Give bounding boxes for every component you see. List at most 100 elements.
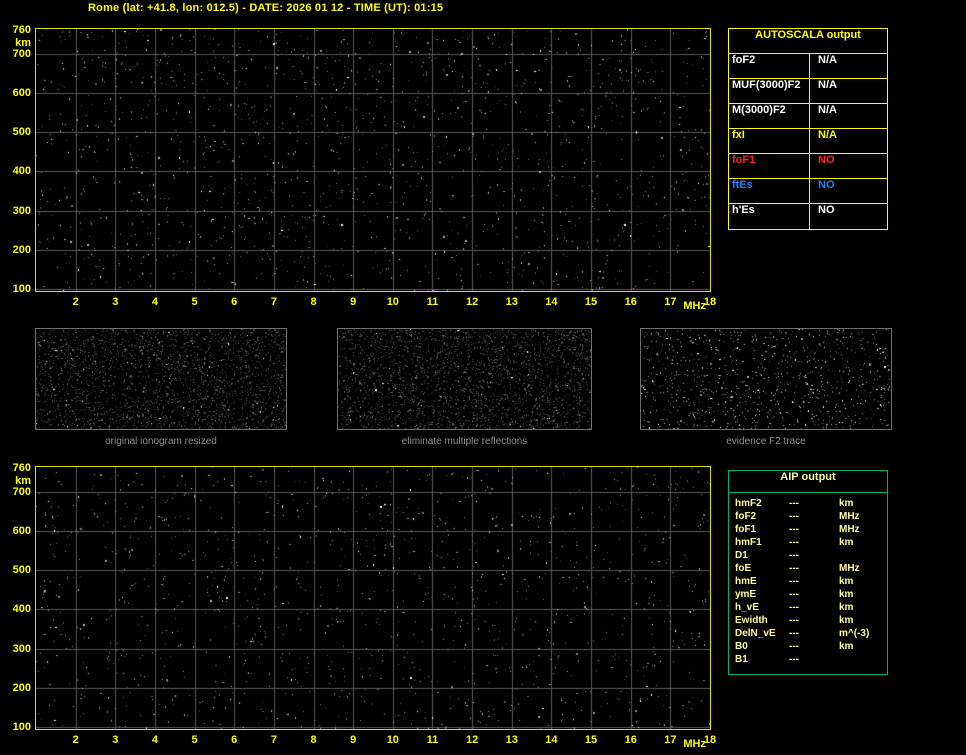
y-axis-tick: 600 [12,86,31,99]
row-value: --- [789,576,799,587]
row-value: --- [789,654,799,665]
table-row: Ewidth --- km [729,615,887,628]
table-row: DelN_vE --- m^(-3) [729,628,887,641]
x-axis-tick: 3 [112,734,119,746]
row-value: --- [789,641,799,652]
row-label: foE [735,563,752,574]
row-label: hmE [735,576,757,587]
x-axis-tick: 10 [386,734,399,746]
row-label: foF2 [735,511,757,522]
y-axis-tick: 300 [12,204,31,217]
row-unit: km [839,498,854,509]
x-axis-tick: 15 [584,734,598,746]
page-title: Rome (lat: +41.8, lon: 012.5) - DATE: 20… [88,2,444,14]
row-unit: MHz [839,563,860,574]
row-label: foF1 [729,154,810,178]
table-row: h_vE --- km [729,602,887,615]
thumbnail-multiple-reflections [337,328,592,430]
aip-table-title: AIP output [729,471,887,493]
y-axis-tick: 200 [12,681,31,694]
autoscala-table-title: AUTOSCALA output [729,29,887,54]
row-label: B1 [735,654,748,665]
x-axis-tick: 11 [426,296,439,308]
thumbnail-f2-trace [640,328,892,430]
row-value: N/A [818,129,837,141]
x-axis-tick: 14 [545,296,558,308]
row-label: fxI [729,129,810,153]
row-unit: km [839,615,854,626]
y-axis-tick: 760 [12,24,31,37]
autoscala-window: Rome (lat: +41.8, lon: 012.5) - DATE: 20… [0,0,966,755]
x-axis-tick: 8 [310,296,317,308]
y-axis-tick: 500 [12,564,31,577]
thumbnail-caption: original ionogram resized [105,436,217,447]
x-axis-tick: 3 [112,296,119,308]
row-value: N/A [818,104,837,116]
y-axis-tick: 400 [12,165,31,178]
thumbnail-multiple-reflections-canvas [338,329,591,429]
row-unit: MHz [839,524,860,535]
thumbnail-original-canvas [36,329,286,429]
row-unit: km [839,576,854,587]
x-axis-tick: 7 [270,734,277,746]
y-axis-tick: 100 [12,283,31,296]
table-row: hmF1 --- km [729,537,887,550]
row-label: foF1 [735,524,757,535]
row-unit: km [839,602,854,613]
table-row: foF1 --- MHz [729,524,887,537]
row-value: --- [789,589,799,600]
row-value: NO [818,154,835,166]
row-unit [839,550,887,563]
row-label: h_vE [735,602,759,613]
x-axis-tick: 4 [151,296,158,308]
x-axis-tick: 16 [624,296,637,308]
thumbnail-f2-trace-canvas [641,329,891,429]
row-value: --- [789,537,799,548]
row-unit: MHz [839,511,860,522]
y-axis-tick: 400 [12,603,31,616]
x-axis-tick: 9 [350,296,357,308]
row-unit [839,654,887,667]
row-value: N/A [818,79,837,91]
row-unit: km [839,641,854,652]
autoscala-table-rows: foF2 N/A MUF(3000)F2 N/A M(3000)F2 N/A fxI N/A f… [729,54,887,229]
y-axis-unit-label: km [15,475,31,488]
row-label: hmF2 [735,498,762,509]
y-axis-tick: 600 [12,524,31,537]
x-axis-tick: 17 [664,296,677,308]
row-value: --- [789,498,799,509]
row-label: hmF1 [735,537,762,548]
x-axis-tick: 8 [310,734,317,746]
row-unit: km [839,589,854,600]
row-value: --- [789,563,799,574]
row-value: --- [789,615,799,626]
x-axis-tick: 12 [465,734,479,746]
row-label: MUF(3000)F2 [729,79,810,103]
x-axis-tick: 5 [191,296,198,308]
x-axis-tick: 16 [624,734,637,746]
table-row: foF2 --- MHz [729,511,887,524]
table-row: hmE --- km [729,576,887,589]
table-row: foF2 N/A [729,54,887,79]
row-value: NO [818,204,835,216]
x-axis-tick: 5 [191,734,198,746]
y-axis-tick: 700 [12,47,31,60]
ionogram-bottom-plot [35,466,711,730]
row-label: ymE [735,589,757,600]
row-label: h'Es [729,204,810,229]
x-axis-tick: 12 [465,296,479,308]
row-label: ftEs [729,179,810,203]
ionogram-top-canvas [36,29,710,291]
x-axis-tick: 4 [151,734,158,746]
table-row: h'Es NO [729,204,887,229]
table-row: M(3000)F2 N/A [729,104,887,129]
x-axis-tick: 15 [584,296,598,308]
row-unit: km [839,537,854,548]
x-axis-tick: 10 [386,296,399,308]
thumbnail-caption: eliminate multiple reflections [401,436,528,447]
aip-output-panel: AIP output hmF2 --- km foF2 --- MHz foF1 --- MHz… [728,470,888,675]
row-value: --- [789,550,799,561]
row-label: DelN_vE [735,628,776,639]
aip-table-rows: hmF2 --- km foF2 --- MHz foF1 --- MHz hmF1 --- km D1… [729,498,887,667]
autoscala-output-panel: AUTOSCALA output foF2 N/A MUF(3000)F2 N/A M(… [728,28,888,230]
